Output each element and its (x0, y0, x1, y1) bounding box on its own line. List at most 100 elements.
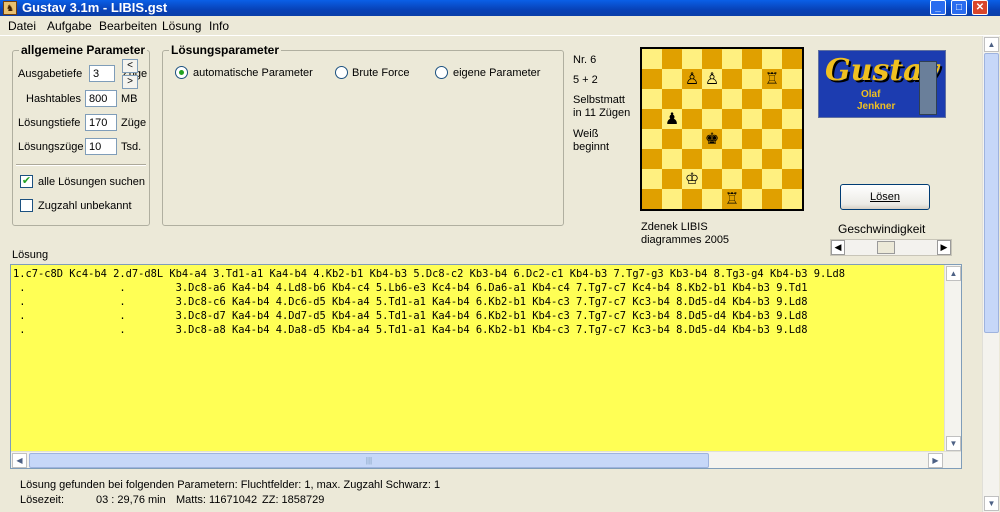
menu-bearbeiten[interactable]: Bearbeiten (99, 19, 157, 33)
board-square[interactable] (742, 109, 762, 129)
board-square[interactable] (742, 69, 762, 89)
board-square[interactable] (742, 89, 762, 109)
solution-hscroll[interactable]: ◀ ||| ▶ (11, 451, 961, 468)
solve-button[interactable]: Lösen (840, 184, 930, 210)
loesungszuege-input[interactable] (85, 138, 117, 155)
board-square[interactable] (762, 109, 782, 129)
hscroll-thumb[interactable]: ||| (29, 453, 709, 468)
board-square[interactable] (702, 149, 722, 169)
board-square[interactable] (682, 129, 702, 149)
board-square[interactable] (782, 169, 802, 189)
board-square[interactable] (662, 69, 682, 89)
window-scroll-up-icon[interactable]: ▲ (984, 37, 999, 52)
board-square[interactable] (702, 109, 722, 129)
board-square[interactable] (642, 109, 662, 129)
board-square[interactable] (782, 69, 802, 89)
scroll-left-icon[interactable]: ◀ (12, 453, 27, 468)
board-square[interactable] (742, 149, 762, 169)
board-square[interactable] (782, 109, 802, 129)
board-square[interactable] (722, 129, 742, 149)
board-square[interactable]: ♖ (762, 69, 782, 89)
radio-custom[interactable] (435, 66, 448, 79)
board-square[interactable]: ♙ (702, 69, 722, 89)
board-square[interactable] (782, 189, 802, 209)
board-square[interactable] (722, 109, 742, 129)
window-vscroll[interactable]: ▲ ▼ (982, 36, 999, 512)
speed-slider[interactable]: ◀ ▶ (830, 239, 952, 256)
menu-datei[interactable]: Datei (8, 19, 36, 33)
hashtables-input[interactable] (85, 90, 117, 107)
board-square[interactable] (782, 149, 802, 169)
board-square[interactable] (722, 169, 742, 189)
board-square[interactable] (682, 89, 702, 109)
board-square[interactable] (722, 149, 742, 169)
solution-vscroll[interactable]: ▲ ▼ (944, 265, 961, 452)
board-square[interactable] (702, 49, 722, 69)
menu-info[interactable]: Info (209, 19, 229, 33)
board-square[interactable] (662, 189, 682, 209)
board-square[interactable] (682, 189, 702, 209)
speed-right-arrow-icon[interactable]: ▶ (937, 240, 951, 255)
ausgabetiefe-input[interactable] (89, 65, 115, 82)
board-square[interactable] (642, 129, 662, 149)
board-square[interactable] (722, 49, 742, 69)
radio-brute-force[interactable] (335, 66, 348, 79)
board-square[interactable] (782, 89, 802, 109)
board-square[interactable] (762, 49, 782, 69)
board-square[interactable] (742, 189, 762, 209)
board-square[interactable]: ♖ (722, 189, 742, 209)
board-square[interactable] (762, 129, 782, 149)
board-square[interactable]: ♔ (682, 169, 702, 189)
board-square[interactable] (722, 89, 742, 109)
board-square[interactable] (722, 69, 742, 89)
speed-left-arrow-icon[interactable]: ◀ (831, 240, 845, 255)
board-square[interactable] (702, 169, 722, 189)
board-square[interactable] (742, 169, 762, 189)
board-square[interactable]: ♚ (702, 129, 722, 149)
window-scroll-thumb[interactable] (984, 53, 999, 333)
spin-right-button[interactable]: > (122, 75, 138, 89)
board-square[interactable] (642, 149, 662, 169)
unknown-moves-checkbox[interactable] (20, 199, 33, 212)
board-square[interactable] (702, 89, 722, 109)
board-square[interactable] (662, 169, 682, 189)
board-square[interactable]: ♟ (662, 109, 682, 129)
board-square[interactable] (742, 49, 762, 69)
board-square[interactable] (662, 149, 682, 169)
spin-left-button[interactable]: < (122, 59, 138, 73)
board-square[interactable] (662, 49, 682, 69)
board-square[interactable] (682, 49, 702, 69)
board-square[interactable] (702, 189, 722, 209)
board-square[interactable] (782, 129, 802, 149)
board-square[interactable] (762, 149, 782, 169)
board-square[interactable] (782, 49, 802, 69)
scroll-right-icon[interactable]: ▶ (928, 453, 943, 468)
board-square[interactable] (642, 89, 662, 109)
board-square[interactable] (742, 129, 762, 149)
speed-slider-thumb[interactable] (877, 241, 895, 254)
menu-loesung[interactable]: Lösung (162, 19, 201, 33)
board-square[interactable] (682, 109, 702, 129)
board-square[interactable] (642, 49, 662, 69)
board-square[interactable] (642, 169, 662, 189)
all-solutions-checkbox[interactable]: ✔ (20, 175, 33, 188)
minimize-button[interactable]: _ (930, 0, 946, 15)
board-square[interactable] (682, 149, 702, 169)
board-square[interactable] (762, 89, 782, 109)
board-square[interactable] (642, 69, 662, 89)
scroll-down-icon[interactable]: ▼ (946, 436, 961, 451)
board-square[interactable] (762, 189, 782, 209)
menu-aufgabe[interactable]: Aufgabe (47, 19, 92, 33)
board-square[interactable]: ♙ (682, 69, 702, 89)
radio-automatic[interactable] (175, 66, 188, 79)
board-square[interactable] (642, 189, 662, 209)
board-square[interactable] (762, 169, 782, 189)
close-button[interactable]: ✕ (972, 0, 988, 15)
window-scroll-down-icon[interactable]: ▼ (984, 496, 999, 511)
board-square[interactable] (662, 89, 682, 109)
chess-board[interactable]: ♙ ♙ ♖ ♟ ♚ ♔ ♖ (640, 47, 804, 211)
maximize-button[interactable]: □ (951, 0, 967, 15)
board-square[interactable] (662, 129, 682, 149)
scroll-up-icon[interactable]: ▲ (946, 266, 961, 281)
loesungstiefe-input[interactable] (85, 114, 117, 131)
